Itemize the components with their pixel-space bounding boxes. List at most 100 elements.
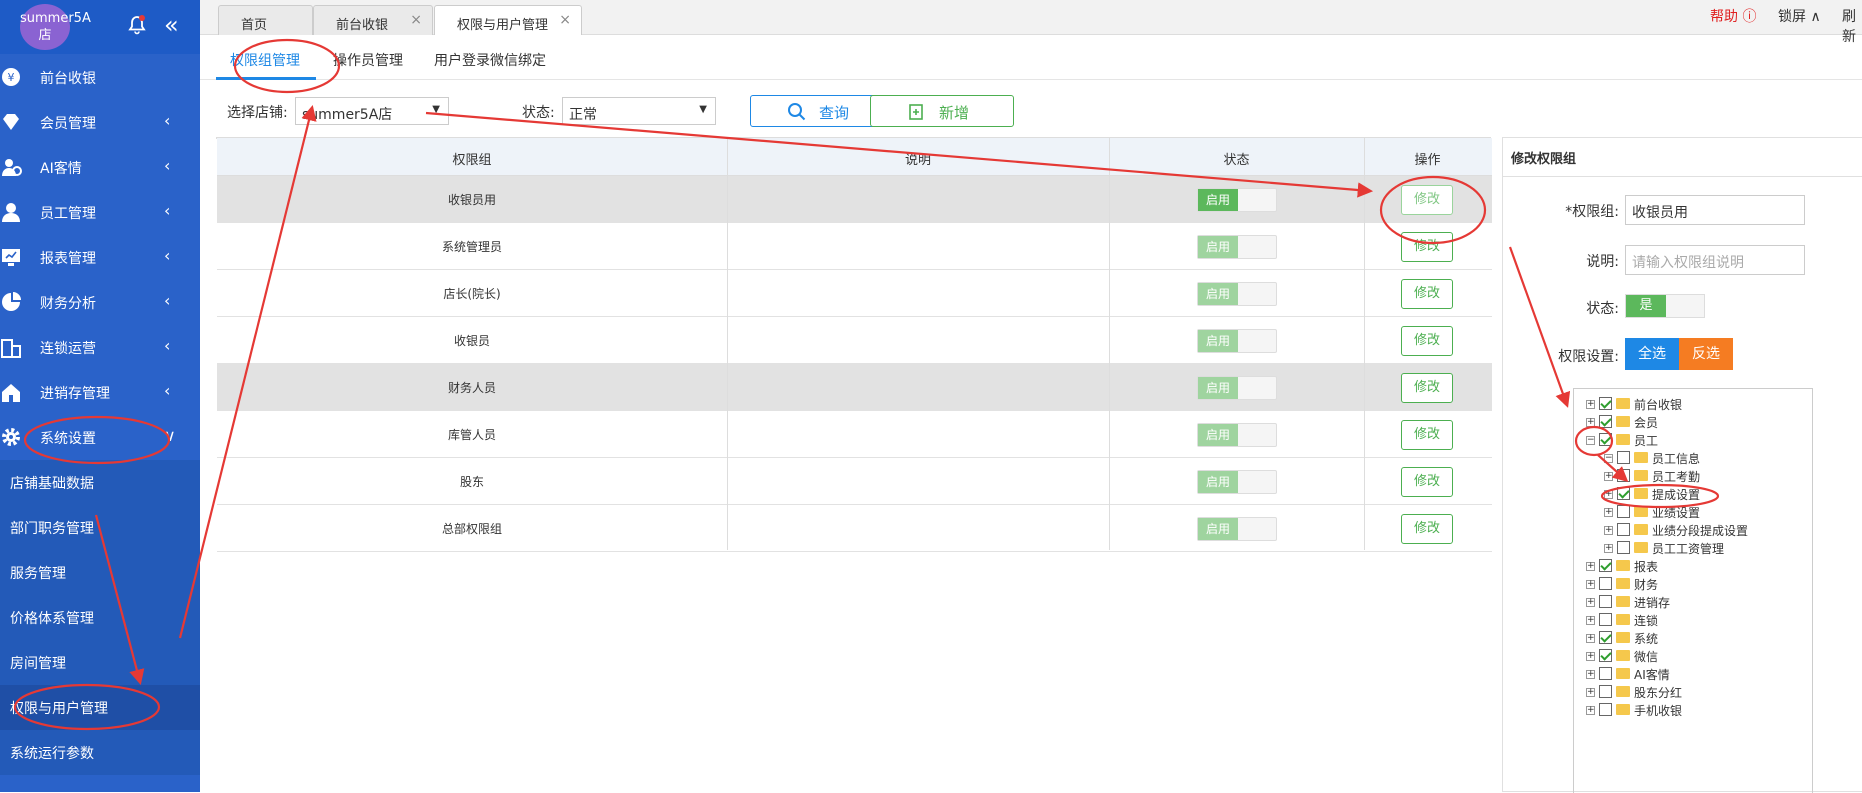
- expand-icon[interactable]: +: [1604, 544, 1613, 553]
- tree-checkbox[interactable]: [1617, 523, 1630, 536]
- table-row[interactable]: 店长(院长) 启用 修改: [217, 270, 1492, 317]
- status-toggle[interactable]: 启用: [1197, 329, 1277, 353]
- tree-checkbox[interactable]: [1599, 703, 1612, 716]
- submenu-item-4[interactable]: 房间管理: [0, 640, 200, 685]
- sidebar-item-2[interactable]: AI客情 ‹: [0, 145, 200, 190]
- expand-icon[interactable]: +: [1586, 634, 1595, 643]
- collapse-sidebar-icon[interactable]: «: [164, 12, 179, 38]
- collapse-icon[interactable]: −: [1604, 454, 1613, 463]
- expand-icon[interactable]: +: [1604, 472, 1613, 481]
- tree-checkbox[interactable]: [1599, 577, 1612, 590]
- table-row[interactable]: 收银员用 启用 修改: [217, 176, 1492, 223]
- store-logo[interactable]: summer5A店: [20, 4, 91, 50]
- edit-button[interactable]: 修改: [1401, 326, 1453, 356]
- expand-icon[interactable]: +: [1604, 508, 1613, 517]
- sidebar-item-5[interactable]: 财务分析 ‹: [0, 280, 200, 325]
- tree-checkbox[interactable]: [1599, 415, 1612, 428]
- status-toggle[interactable]: 启用: [1197, 423, 1277, 447]
- edit-button[interactable]: 修改: [1401, 514, 1453, 544]
- bell-icon[interactable]: [126, 14, 148, 36]
- submenu-item-2[interactable]: 服务管理: [0, 550, 200, 595]
- expand-icon[interactable]: +: [1604, 526, 1613, 535]
- tree-checkbox[interactable]: [1599, 433, 1612, 446]
- table-row[interactable]: 财务人员 启用 修改: [217, 364, 1492, 411]
- submenu-item-3[interactable]: 价格体系管理: [0, 595, 200, 640]
- edit-button[interactable]: 修改: [1401, 467, 1453, 497]
- expand-icon[interactable]: +: [1586, 670, 1595, 679]
- select-all-button[interactable]: 全选: [1625, 338, 1679, 370]
- tab-permissions[interactable]: 权限与用户管理 ×: [434, 5, 582, 35]
- tree-checkbox[interactable]: [1617, 541, 1630, 554]
- tree-checkbox[interactable]: [1599, 631, 1612, 644]
- subtab-operators[interactable]: 操作员管理: [333, 50, 403, 70]
- store-select[interactable]: summer5A店 ▼: [295, 97, 449, 125]
- status-toggle[interactable]: 启用: [1197, 235, 1277, 259]
- edit-button[interactable]: 修改: [1401, 279, 1453, 309]
- expand-icon[interactable]: +: [1586, 706, 1595, 715]
- edit-button[interactable]: 修改: [1401, 232, 1453, 262]
- edit-button[interactable]: 修改: [1401, 373, 1453, 403]
- table-row[interactable]: 库管人员 启用 修改: [217, 411, 1492, 458]
- expand-icon[interactable]: +: [1586, 598, 1595, 607]
- expand-icon[interactable]: +: [1586, 580, 1595, 589]
- expand-icon[interactable]: +: [1586, 418, 1595, 427]
- description-input[interactable]: 请输入权限组说明: [1625, 245, 1805, 275]
- group-name-input[interactable]: 收银员用: [1625, 195, 1805, 225]
- expand-icon[interactable]: +: [1586, 562, 1595, 571]
- expand-icon[interactable]: +: [1586, 400, 1595, 409]
- status-toggle[interactable]: 启用: [1197, 282, 1277, 306]
- tree-checkbox[interactable]: [1599, 595, 1612, 608]
- invert-selection-button[interactable]: 反选: [1679, 338, 1733, 370]
- tree-checkbox[interactable]: [1617, 487, 1630, 500]
- submenu-item-1[interactable]: 部门职务管理: [0, 505, 200, 550]
- status-toggle[interactable]: 启用: [1197, 376, 1277, 400]
- subtab-wechat-binding[interactable]: 用户登录微信绑定: [434, 50, 546, 70]
- tree-checkbox[interactable]: [1599, 667, 1612, 680]
- lock-screen-button[interactable]: 锁屏 ∧: [1778, 6, 1821, 26]
- tree-checkbox[interactable]: [1617, 469, 1630, 482]
- edit-button[interactable]: 修改: [1401, 420, 1453, 450]
- table-row[interactable]: 总部权限组 启用 修改: [217, 505, 1492, 552]
- chevron-left-icon: ‹: [164, 336, 171, 355]
- tree-checkbox[interactable]: [1599, 649, 1612, 662]
- close-icon[interactable]: ×: [559, 12, 571, 28]
- tab-cashier[interactable]: 前台收银 ×: [313, 5, 433, 35]
- submenu-item-6[interactable]: 系统运行参数: [0, 730, 200, 775]
- tree-checkbox[interactable]: [1599, 685, 1612, 698]
- sidebar-item-8[interactable]: 系统设置 ∨: [0, 415, 200, 460]
- table-row[interactable]: 收银员 启用 修改: [217, 317, 1492, 364]
- expand-icon[interactable]: +: [1586, 616, 1595, 625]
- sidebar-item-7[interactable]: 进销存管理 ‹: [0, 370, 200, 415]
- expand-icon[interactable]: +: [1604, 490, 1613, 499]
- submenu-item-label: 服务管理: [10, 566, 66, 582]
- tree-checkbox[interactable]: [1599, 397, 1612, 410]
- sidebar-item-4[interactable]: 报表管理 ‹: [0, 235, 200, 280]
- edit-button[interactable]: 修改: [1401, 185, 1453, 215]
- submenu-item-5[interactable]: 权限与用户管理: [0, 685, 200, 730]
- sidebar-item-6[interactable]: 连锁运营 ‹: [0, 325, 200, 370]
- status-select[interactable]: 正常 ▼: [562, 97, 716, 125]
- help-link[interactable]: 帮助 ⓘ: [1710, 6, 1756, 26]
- status-toggle[interactable]: 启用: [1197, 517, 1277, 541]
- add-button[interactable]: 新增: [870, 95, 1014, 127]
- tab-home[interactable]: 首页: [218, 5, 313, 35]
- expand-icon[interactable]: +: [1586, 652, 1595, 661]
- tree-checkbox[interactable]: [1617, 451, 1630, 464]
- expand-icon[interactable]: +: [1586, 688, 1595, 697]
- status-toggle[interactable]: 启用: [1197, 188, 1277, 212]
- collapse-icon[interactable]: −: [1586, 436, 1595, 445]
- close-icon[interactable]: ×: [410, 12, 422, 28]
- subtab-permission-groups[interactable]: 权限组管理: [230, 50, 300, 70]
- sidebar-item-1[interactable]: 会员管理 ‹: [0, 100, 200, 145]
- tree-checkbox[interactable]: [1599, 613, 1612, 626]
- status-toggle[interactable]: 启用: [1197, 470, 1277, 494]
- tree-checkbox[interactable]: [1599, 559, 1612, 572]
- table-row[interactable]: 系统管理员 启用 修改: [217, 223, 1492, 270]
- sidebar-item-3[interactable]: 员工管理 ‹: [0, 190, 200, 235]
- tree-node-label: 会员: [1634, 416, 1659, 430]
- status-toggle[interactable]: 是: [1625, 294, 1705, 318]
- sidebar-item-0[interactable]: ¥ 前台收银: [0, 55, 200, 100]
- tree-checkbox[interactable]: [1617, 505, 1630, 518]
- table-row[interactable]: 股东 启用 修改: [217, 458, 1492, 505]
- submenu-item-0[interactable]: 店铺基础数据: [0, 460, 200, 505]
